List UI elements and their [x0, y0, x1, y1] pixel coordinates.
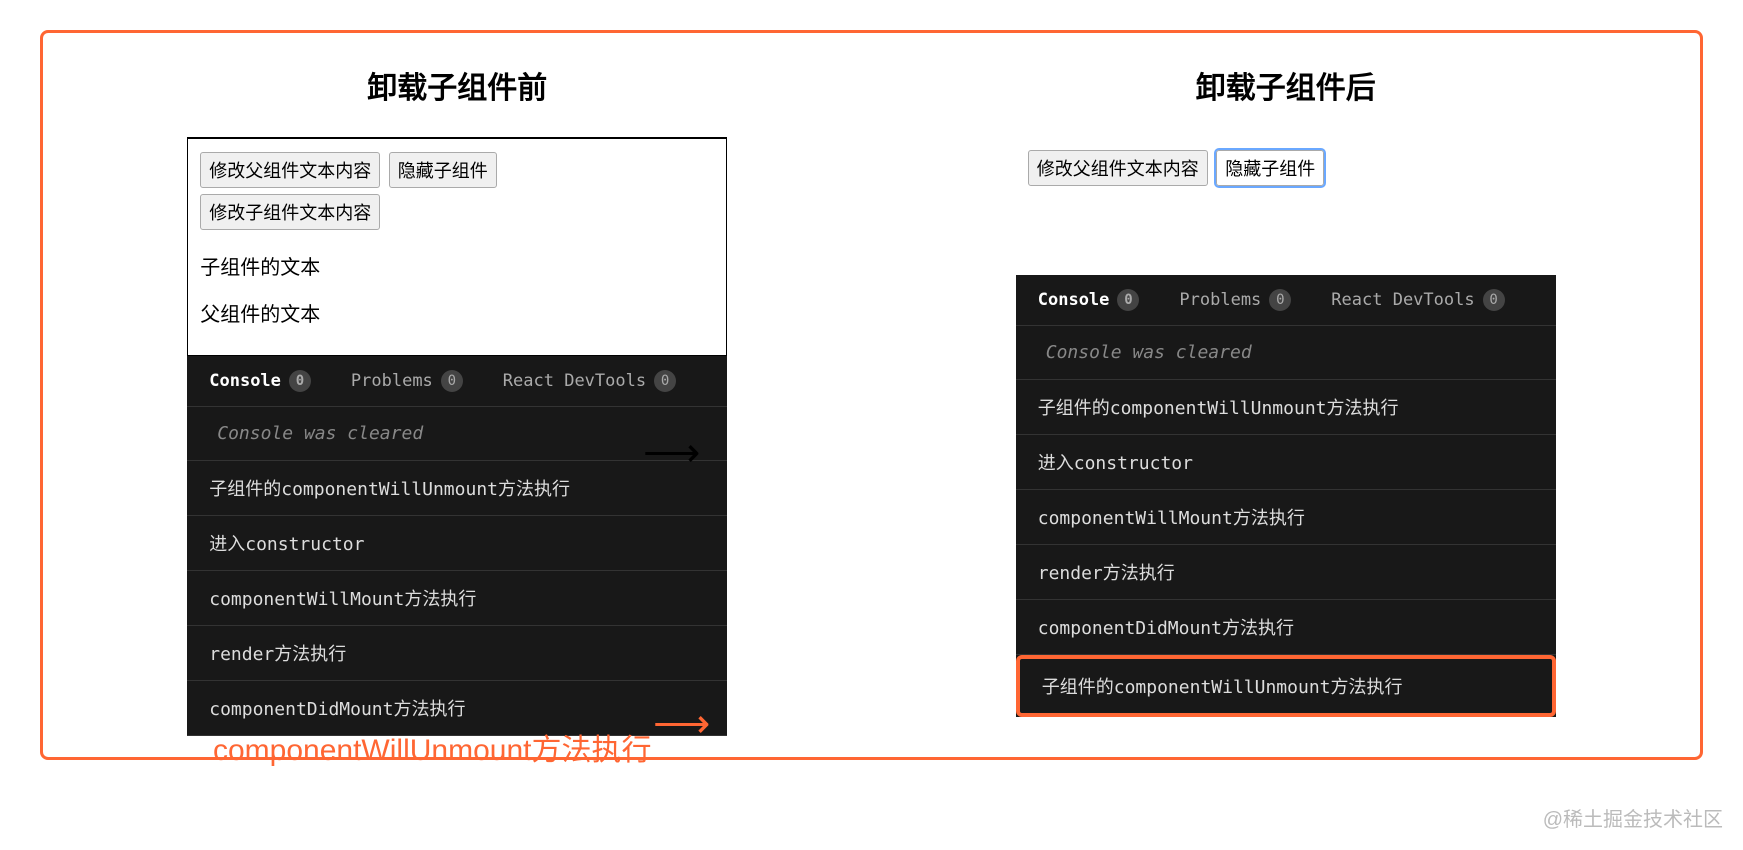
modify-parent-button[interactable]: 修改父组件文本内容 — [200, 152, 380, 188]
after-column: 卸载子组件后 修改父组件文本内容 隐藏子组件 Console0 Problems… — [872, 63, 1701, 717]
watermark: @稀土掘金技术社区 — [1543, 803, 1723, 832]
console-tabs: Console0 Problems0 React DevTools0 — [1016, 275, 1556, 326]
before-title: 卸载子组件前 — [367, 63, 547, 107]
console-log: componentWillMount方法执行 — [187, 571, 727, 626]
console-log-highlighted: 子组件的componentWillUnmount方法执行 — [1016, 655, 1556, 717]
after-console: Console0 Problems0 React DevTools0 Conso… — [1016, 275, 1556, 717]
console-log: render方法执行 — [1016, 545, 1556, 600]
modify-child-button[interactable]: 修改子组件文本内容 — [200, 194, 380, 230]
comparison-frame: 卸载子组件前 修改父组件文本内容 隐藏子组件 修改子组件文本内容 子组件的文本 … — [40, 30, 1703, 760]
tab-console[interactable]: Console0 — [1038, 289, 1140, 311]
console-log: 进入constructor — [1016, 435, 1556, 490]
console-log: componentWillMount方法执行 — [1016, 490, 1556, 545]
after-app-panel: 修改父组件文本内容 隐藏子组件 — [1016, 137, 1556, 199]
tab-problems[interactable]: Problems0 — [1179, 289, 1291, 311]
console-tabs: Console0 Problems0 React DevTools0 — [187, 356, 727, 407]
hide-child-button[interactable]: 隐藏子组件 — [1216, 150, 1324, 186]
console-log: 进入constructor — [187, 516, 727, 571]
tab-problems[interactable]: Problems0 — [351, 370, 463, 392]
console-cleared-message: Console was cleared — [1016, 326, 1556, 380]
console-log: 子组件的componentWillUnmount方法执行 — [1016, 380, 1556, 435]
tab-console[interactable]: Console0 — [209, 370, 311, 392]
parent-text: 父组件的文本 — [200, 298, 714, 327]
console-log: render方法执行 — [187, 626, 727, 681]
hide-child-button[interactable]: 隐藏子组件 — [389, 152, 497, 188]
child-text: 子组件的文本 — [200, 251, 714, 280]
tab-react-devtools[interactable]: React DevTools0 — [503, 370, 676, 392]
console-log: componentDidMount方法执行 — [1016, 600, 1556, 655]
before-column: 卸载子组件前 修改父组件文本内容 隐藏子组件 修改子组件文本内容 子组件的文本 … — [43, 63, 872, 717]
annotation-caption: componentWillUnmount方法执行 — [213, 725, 651, 769]
arrow-right-icon: ⟶ — [653, 701, 710, 747]
tab-react-devtools[interactable]: React DevTools0 — [1331, 289, 1504, 311]
before-app-panel: 修改父组件文本内容 隐藏子组件 修改子组件文本内容 子组件的文本 父组件的文本 — [187, 137, 727, 356]
before-console: Console0 Problems0 React DevTools0 Conso… — [187, 356, 727, 736]
modify-parent-button[interactable]: 修改父组件文本内容 — [1028, 150, 1208, 186]
after-title: 卸载子组件后 — [1196, 63, 1376, 107]
